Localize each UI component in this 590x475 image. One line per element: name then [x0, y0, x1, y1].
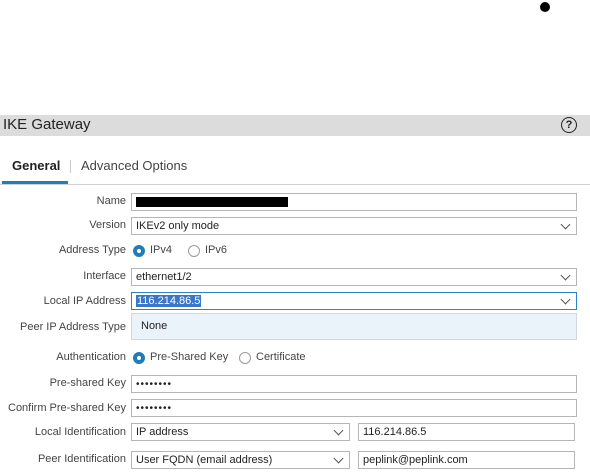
peer-ip-type-label: Peer IP Address Type [20, 321, 126, 333]
active-tab-indicator [2, 181, 68, 184]
authentication-label: Authentication [56, 351, 126, 363]
interface-label: Interface [83, 270, 126, 282]
tab-general[interactable]: General [12, 156, 60, 176]
tab-bar: General Advanced Options [0, 148, 590, 185]
chevron-down-icon [560, 219, 571, 230]
local-identification-type-select[interactable]: IP address [131, 423, 350, 441]
psk-masked-value: •••••••• [136, 379, 173, 390]
local-identification-label: Local Identification [34, 426, 126, 438]
version-value: IKEv2 only mode [136, 220, 220, 232]
tab-advanced-options[interactable]: Advanced Options [81, 156, 187, 176]
dialog-title: IKE Gateway [3, 116, 91, 133]
local-ip-value: 116.214.86.5 [136, 295, 202, 307]
psk-confirm-label: Confirm Pre-shared Key [8, 402, 126, 414]
ipv6-radio[interactable] [188, 245, 200, 257]
local-identification-type-value: IP address [136, 426, 189, 438]
local-ip-label: Local IP Address [43, 295, 126, 307]
name-input[interactable] [131, 193, 577, 211]
ipv6-label[interactable]: IPv6 [205, 244, 227, 256]
interface-value: ethernet1/2 [136, 271, 192, 283]
help-icon[interactable]: ? [561, 117, 577, 133]
chevron-down-icon [333, 425, 344, 436]
redacted-name-value [136, 197, 288, 207]
pre-shared-key-label[interactable]: Pre-Shared Key [150, 351, 228, 363]
dialog-header: IKE Gateway ? [0, 115, 590, 136]
tab-separator [70, 160, 71, 173]
chevron-down-icon [560, 270, 571, 281]
psk-confirm-input[interactable]: •••••••• [131, 399, 577, 417]
chevron-down-icon [560, 294, 571, 305]
local-identification-input[interactable]: 116.214.86.5 [358, 423, 575, 441]
psk-confirm-masked-value: •••••••• [136, 403, 173, 414]
cursor-dot [540, 2, 550, 12]
chevron-down-icon [333, 453, 344, 464]
psk-label: Pre-shared Key [49, 377, 126, 389]
peer-identification-value: peplink@peplink.com [363, 454, 468, 466]
address-type-label: Address Type [58, 244, 126, 256]
peer-identification-label: Peer Identification [37, 453, 126, 465]
local-ip-dropdown-option-none[interactable]: None [131, 313, 577, 340]
psk-input[interactable]: •••••••• [131, 375, 577, 393]
peer-identification-type-select[interactable]: User FQDN (email address) [131, 451, 350, 469]
version-label: Version [89, 219, 126, 231]
ipv4-radio[interactable] [133, 245, 145, 257]
version-select[interactable]: IKEv2 only mode [131, 217, 577, 235]
pre-shared-key-radio[interactable] [133, 352, 145, 364]
local-identification-value: 116.214.86.5 [363, 426, 427, 438]
certificate-label[interactable]: Certificate [256, 351, 306, 363]
name-label: Name [96, 195, 126, 207]
local-ip-select[interactable]: 116.214.86.5 [131, 292, 577, 310]
interface-select[interactable]: ethernet1/2 [131, 268, 577, 286]
peer-identification-type-value: User FQDN (email address) [136, 454, 273, 466]
certificate-radio[interactable] [239, 352, 251, 364]
peer-identification-input[interactable]: peplink@peplink.com [358, 451, 575, 469]
ipv4-label[interactable]: IPv4 [150, 244, 172, 256]
